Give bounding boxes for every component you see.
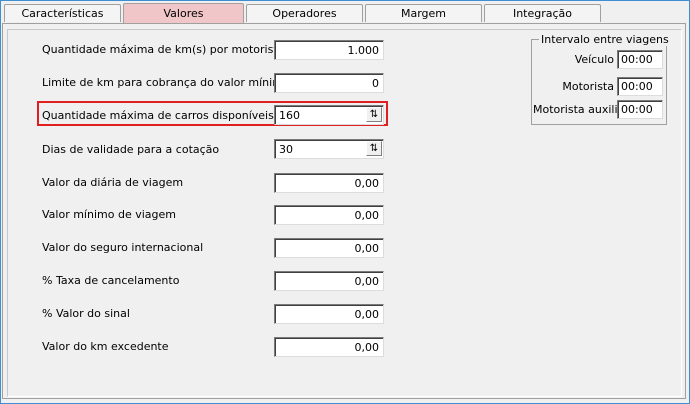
label-veiculo: Veículo (574, 53, 614, 66)
input-motorista-auxiliar[interactable]: 00:00 (617, 100, 663, 119)
input-taxa-cancelamento[interactable]: 0,00 (274, 271, 384, 291)
label-qtd-max-carros: Quantidade máxima de carros disponíveis (42, 109, 274, 122)
label-motorista-auxiliar: Motorista auxiliar (533, 103, 629, 116)
label-km-max-motorista: Quantidade máxima de km(s) por motorista (42, 43, 285, 56)
label-dias-validade: Dias de validade para a cotação (42, 143, 220, 156)
spin-updown-icon[interactable]: ⇅ (366, 107, 382, 122)
input-dias-validade-value: 30 (279, 143, 293, 156)
input-valor-diaria[interactable]: 0,00 (274, 173, 384, 193)
label-motorista: Motorista (562, 80, 614, 93)
input-valor-sinal[interactable]: 0,00 (274, 304, 384, 324)
tab-valores[interactable]: Valores (123, 3, 244, 24)
input-valor-minimo-viagem[interactable]: 0,00 (274, 205, 384, 225)
label-valor-diaria: Valor da diária de viagem (42, 176, 184, 189)
label-valor-km-excedente: Valor do km excedente (42, 340, 169, 353)
label-taxa-cancelamento: % Taxa de cancelamento (42, 274, 180, 287)
label-valor-minimo-viagem: Valor mínimo de viagem (42, 208, 176, 221)
input-km-max-motorista[interactable]: 1.000 (274, 40, 384, 60)
input-dias-validade[interactable]: 30 ⇅ (274, 139, 384, 159)
input-motorista[interactable]: 00:00 (617, 77, 663, 96)
tab-operadores[interactable]: Operadores (246, 4, 363, 22)
input-veiculo[interactable]: 00:00 (617, 50, 663, 69)
tab-integracao[interactable]: Integração (484, 4, 601, 22)
intervalo-groupbox-title: Intervalo entre viagens (539, 33, 671, 46)
tab-margem[interactable]: Margem (365, 4, 482, 22)
input-qtd-max-carros-value: 160 (279, 109, 300, 122)
input-qtd-max-carros[interactable]: 160 ⇅ (274, 105, 384, 125)
label-valor-sinal: % Valor do sinal (42, 307, 130, 320)
tab-caracteristicas[interactable]: Características (4, 4, 121, 22)
label-limite-km-valor-minimo: Limite de km para cobrança do valor míni… (42, 76, 290, 89)
input-valor-km-excedente[interactable]: 0,00 (274, 337, 384, 357)
input-limite-km-valor-minimo[interactable]: 0 (274, 73, 384, 93)
tab-bar: Características Valores Operadores Marge… (2, 3, 688, 24)
label-valor-seguro-internacional: Valor do seguro internacional (42, 241, 204, 254)
spin-updown-icon[interactable]: ⇅ (366, 141, 382, 156)
input-valor-seguro-internacional[interactable]: 0,00 (274, 238, 384, 258)
